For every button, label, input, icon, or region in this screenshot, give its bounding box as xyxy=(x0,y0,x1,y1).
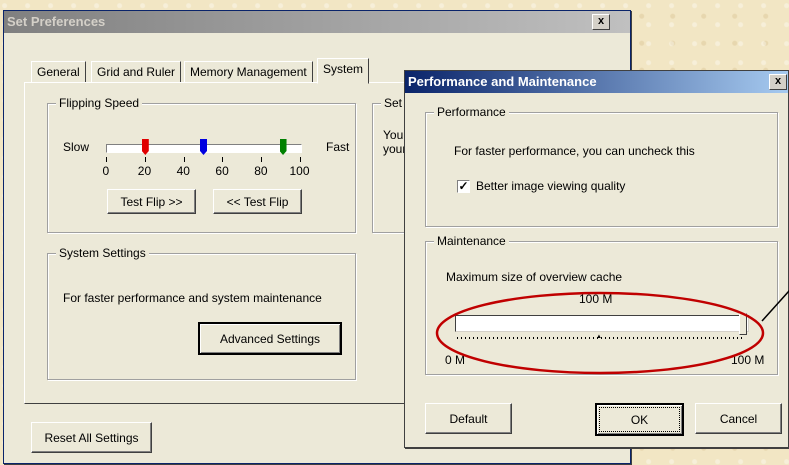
test-flip-back-button[interactable]: << Test Flip xyxy=(213,189,302,214)
better-image-label: Better image viewing quality xyxy=(476,179,626,193)
flip-speed-tick-label: 80 xyxy=(254,164,268,178)
performance-label: Performance xyxy=(434,105,509,119)
flip-speed-tick-label: 100 xyxy=(289,164,310,178)
close-icon[interactable]: x xyxy=(592,14,610,30)
set-preferences-titlebar[interactable]: Set Preferences xyxy=(4,11,630,33)
flip-speed-tick-mark xyxy=(222,157,224,162)
performance-maintenance-dialog: Performance and Maintenance x Performanc… xyxy=(404,70,789,448)
flip-speed-tick-mark xyxy=(106,157,107,162)
cancel-button[interactable]: Cancel xyxy=(695,403,782,434)
set-group-label: Set xyxy=(381,96,406,110)
tab-system[interactable]: System xyxy=(317,58,370,84)
advanced-settings-button[interactable]: Advanced Settings xyxy=(198,322,342,355)
set-preferences-title: Set Preferences xyxy=(7,14,106,29)
better-image-checkbox[interactable]: ✓ xyxy=(457,180,470,193)
system-settings-label: System Settings xyxy=(56,246,149,260)
highlight-ellipse xyxy=(435,289,789,375)
maintenance-label: Maintenance xyxy=(434,234,509,248)
set-group-text-1: You xyxy=(383,128,404,142)
ok-button[interactable]: OK xyxy=(595,403,684,436)
flipping-speed-label: Flipping Speed xyxy=(56,96,143,110)
tab-memory-management[interactable]: Memory Management xyxy=(184,61,313,83)
slow-label: Slow xyxy=(63,140,90,154)
flip-speed-tick-label: 20 xyxy=(137,164,152,178)
dialog-close-icon[interactable]: x xyxy=(769,74,787,90)
dialog-title: Performance and Maintenance xyxy=(408,74,597,89)
performance-maintenance-titlebar[interactable]: Performance and Maintenance xyxy=(405,71,788,93)
flip-speed-tick-mark xyxy=(261,157,263,162)
performance-description: For faster performance, you can uncheck … xyxy=(454,144,695,158)
flip-speed-tick-mark xyxy=(144,157,146,162)
system-settings-group: System Settings For faster performance a… xyxy=(47,246,356,380)
default-button[interactable]: Default xyxy=(425,403,512,434)
set-group-text-2: your xyxy=(383,142,407,156)
test-flip-forward-button[interactable]: Test Flip >> xyxy=(107,189,196,214)
flip-speed-tick-label: 0 xyxy=(102,164,110,178)
performance-group: Performance For faster performance, you … xyxy=(425,105,778,227)
fast-label: Fast xyxy=(326,140,350,154)
flipping-speed-group: Flipping Speed Slow Fast 0 20 40 60 80 100 Te… xyxy=(47,96,356,233)
tab-general[interactable]: General xyxy=(31,61,86,83)
reset-all-settings-button[interactable]: Reset All Settings xyxy=(31,422,152,453)
tab-grid-and-ruler[interactable]: Grid and Ruler xyxy=(91,61,182,83)
flip-speed-tick-mark xyxy=(183,157,185,162)
flip-speed-tick-label: 40 xyxy=(176,164,190,178)
flip-speed-tick-mark xyxy=(300,157,301,162)
system-settings-description: For faster performance and system mainte… xyxy=(63,291,322,305)
flip-speed-tick-label: 60 xyxy=(215,164,229,178)
